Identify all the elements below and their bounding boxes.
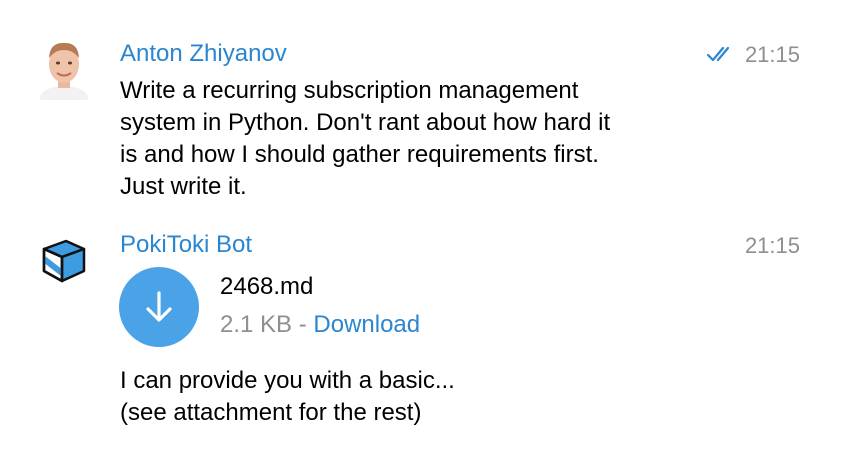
message-anton: Anton Zhiyanov 21:15 Write a recurring s… xyxy=(0,0,850,215)
message-time: 21:15 xyxy=(744,233,800,258)
meta-separator: - xyxy=(298,311,307,338)
download-link[interactable]: Download xyxy=(313,311,420,338)
message-line: system in Python. Don't rant about how h… xyxy=(120,109,611,136)
bot-avatar[interactable] xyxy=(40,237,88,285)
cube-icon xyxy=(42,239,86,283)
message-bot: PokiToki Bot 21:15 2468.md 2.1 KB - Down… xyxy=(0,215,850,470)
message-line: (see attachment for the rest) xyxy=(120,399,422,426)
message-line: Just write it. xyxy=(120,173,247,200)
message-time: 21:15 xyxy=(744,42,800,67)
avatar[interactable] xyxy=(40,38,88,110)
double-check-icon xyxy=(706,46,730,62)
sender-name[interactable]: Anton Zhiyanov xyxy=(120,42,287,66)
message-text: I can provide you with a basic... (see a… xyxy=(120,365,760,429)
user-avatar-icon xyxy=(40,42,88,110)
message-line: I can provide you with a basic... xyxy=(120,367,455,394)
message-text: Write a recurring subscription managemen… xyxy=(120,75,760,203)
download-button[interactable] xyxy=(119,267,199,347)
file-size: 2.1 KB xyxy=(220,311,293,338)
file-name[interactable]: 2468.md xyxy=(220,275,313,299)
file-meta: 2.1 KB - Download xyxy=(220,313,420,337)
sender-name[interactable]: PokiToki Bot xyxy=(120,233,252,257)
message-line: Write a recurring subscription managemen… xyxy=(120,77,579,104)
download-arrow-icon xyxy=(146,291,172,322)
message-line: is and how I should gather requirements … xyxy=(120,141,599,168)
